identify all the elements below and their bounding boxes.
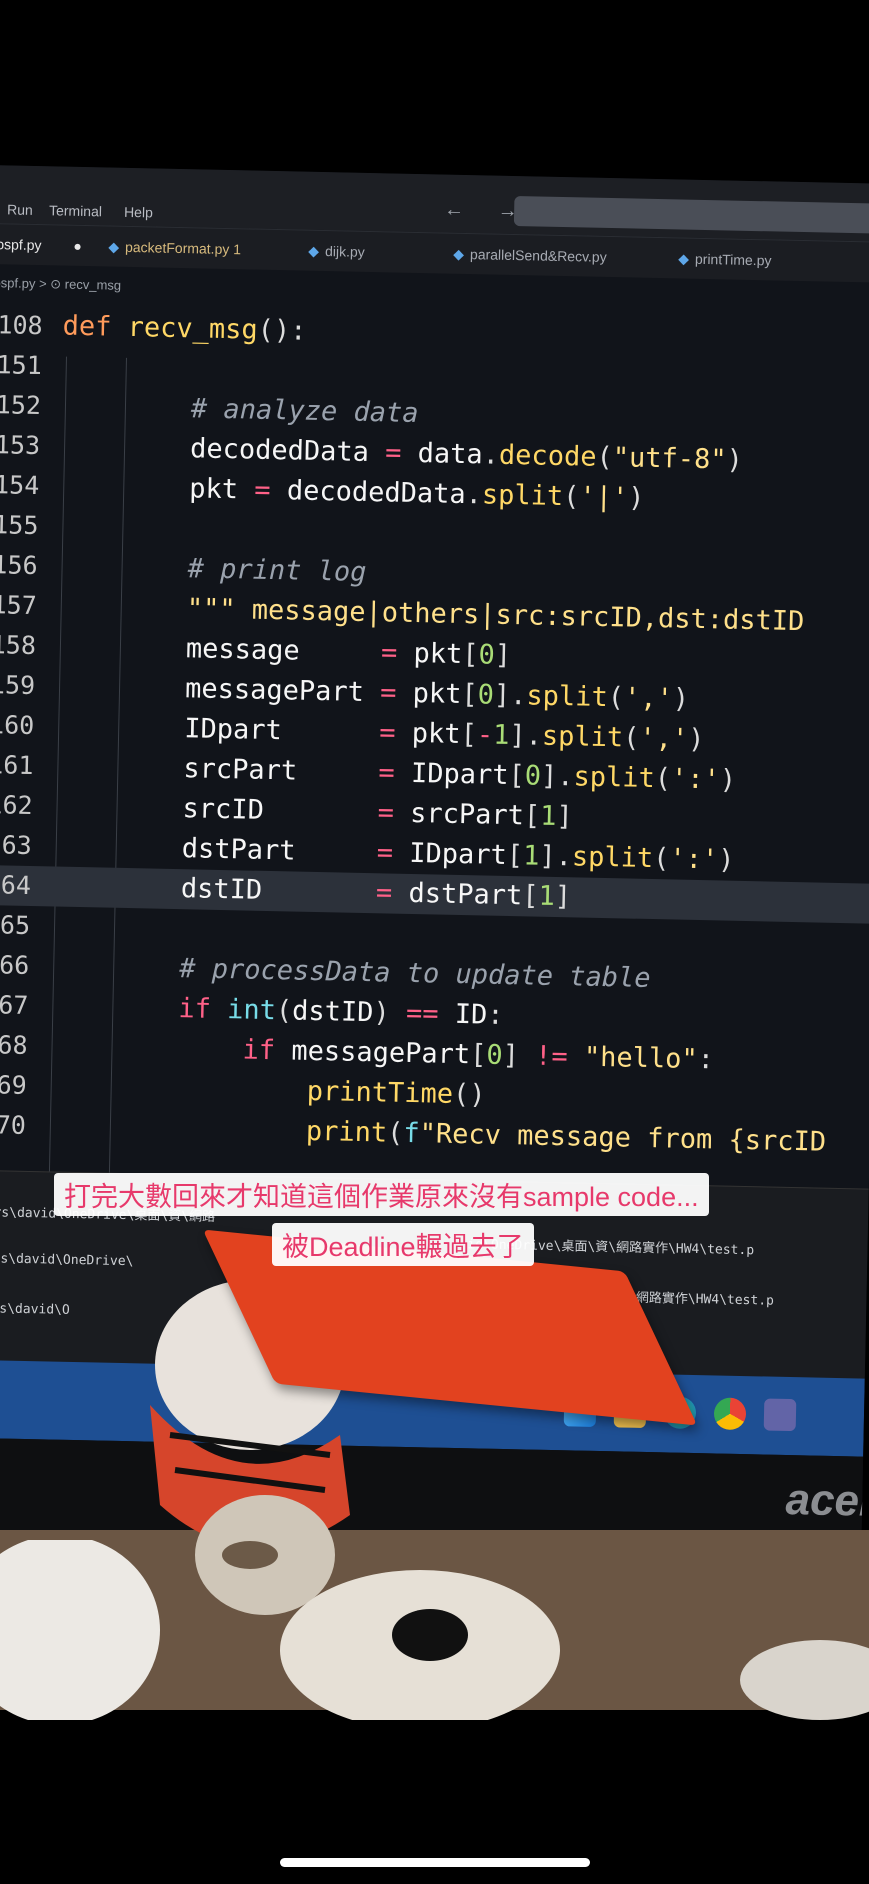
python-icon: ◆ — [308, 242, 320, 259]
line-number: 157 — [0, 590, 38, 621]
python-icon: ◆ — [453, 245, 465, 262]
menu-run[interactable]: Run — [7, 201, 33, 218]
line-number: 154 — [0, 470, 40, 501]
line-number: 166 — [0, 950, 30, 980]
python-icon: ◆ — [108, 238, 120, 255]
tab-label: parallelSend&Recv.py — [469, 246, 607, 265]
line-number: 108 — [0, 310, 43, 341]
tab-dijk[interactable]: ◆ dijk.py — [308, 243, 365, 261]
line-number: 164 — [0, 870, 32, 901]
line-number: 165 — [0, 910, 31, 941]
tab-label: printTime.py — [694, 250, 772, 269]
tab-ospf[interactable]: ospf.py ● — [0, 236, 82, 254]
line-number: 151 — [0, 350, 43, 381]
video-caption: 打完大數回來才知道這個作業原來沒有sample code... 被Deadlin… — [54, 1173, 754, 1266]
home-indicator[interactable] — [280, 1858, 590, 1867]
tab-label: packetFormat.py 1 — [124, 238, 242, 258]
tab-packetformat[interactable]: ◆ packetFormat.py 1 — [108, 238, 241, 258]
line-number: 152 — [0, 390, 42, 421]
chrome-icon[interactable] — [713, 1397, 747, 1431]
line-number: 163 — [0, 830, 33, 861]
plush-toys — [0, 1540, 869, 1720]
line-number: 169 — [0, 1070, 28, 1100]
line-number: 168 — [0, 1030, 28, 1060]
photo-scene: Run Terminal Help ← → ospf.py ● ◆ packetF… — [0, 0, 869, 1884]
monitor-brand-logo: acer — [785, 1474, 869, 1526]
menu-help[interactable]: Help — [124, 204, 153, 221]
breadcrumb[interactable]: ospf.py > ⊙ recv_msg — [0, 275, 121, 294]
python-icon: ◆ — [678, 250, 690, 267]
tab-parallelsend[interactable]: ◆ parallelSend&Recv.py — [453, 246, 607, 266]
tab-label: dijk.py — [324, 243, 365, 260]
line-number: 153 — [0, 430, 41, 461]
line-text: def recv_msg(): — [62, 310, 307, 347]
line-number: 167 — [0, 990, 29, 1020]
modified-dot-icon: ● — [73, 237, 82, 254]
teams-icon[interactable] — [763, 1398, 797, 1432]
terminal-line: Users\david\O — [0, 1300, 70, 1318]
plush-nose — [392, 1609, 468, 1661]
caption-line-2: 被Deadline輾過去了 — [272, 1223, 534, 1266]
line-number: 158 — [0, 630, 37, 661]
tab-label: ospf.py — [0, 236, 42, 254]
tab-printtime[interactable]: ◆ printTime.py — [678, 250, 772, 269]
line-number: 160 — [0, 710, 35, 741]
line-number: 170 — [0, 1110, 27, 1140]
plush-right — [740, 1640, 869, 1720]
line-number: 155 — [0, 510, 39, 541]
plush-left — [0, 1540, 160, 1720]
line-number: 159 — [0, 670, 36, 701]
line-number: 161 — [0, 750, 34, 781]
line-number: 156 — [0, 550, 38, 581]
menu-terminal[interactable]: Terminal — [49, 202, 102, 219]
code-editor[interactable]: 108 def recv_msg(): 151 152 # analyze data 1… — [0, 305, 869, 1194]
line-text: # print log — [187, 553, 367, 588]
caption-line-1: 打完大數回來才知道這個作業原來沒有sample code... — [54, 1173, 709, 1216]
line-number: 162 — [0, 790, 33, 821]
command-center-search[interactable] — [513, 195, 869, 235]
